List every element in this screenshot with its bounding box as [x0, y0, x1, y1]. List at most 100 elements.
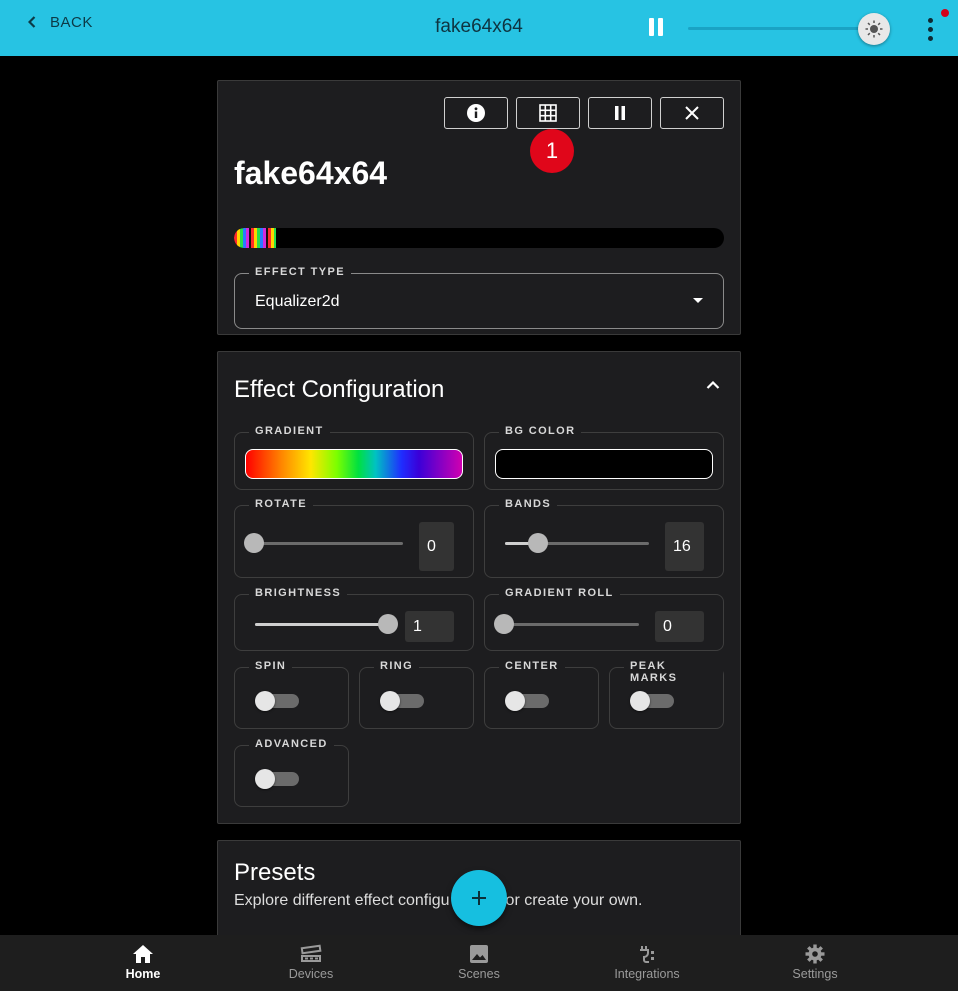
more-menu-button[interactable]: [918, 14, 942, 44]
pause-device-button[interactable]: [588, 97, 652, 129]
advanced-label: ADVANCED: [249, 738, 334, 750]
plus-icon: [472, 891, 486, 905]
device-card: 1 fake64x64 EFFECT TYPE Equalizer2d: [217, 80, 741, 335]
nav-devices-label: Devices: [288, 967, 334, 981]
notification-dot: [941, 9, 949, 17]
gradient-roll-label: GRADIENT ROLL: [499, 587, 620, 599]
dropdown-arrow-icon: [693, 298, 703, 303]
peak-marks-label: PEAK MARKS: [624, 660, 723, 684]
gradient-picker[interactable]: [245, 449, 463, 479]
rotate-input[interactable]: 0: [419, 522, 454, 571]
nav-integrations[interactable]: Integrations: [563, 935, 731, 991]
bg-color-picker[interactable]: [495, 449, 713, 479]
brightness-label: BRIGHTNESS: [249, 587, 348, 599]
pixel-preview-bar: [234, 228, 724, 248]
brightness-input[interactable]: 1: [405, 611, 454, 642]
back-button[interactable]: BACK: [28, 12, 93, 32]
spin-field: SPIN: [234, 660, 349, 729]
spin-label: SPIN: [249, 660, 293, 672]
step-badge: 1: [530, 129, 574, 173]
pixel-grid-button[interactable]: [516, 97, 580, 129]
nav-scenes-label: Scenes: [458, 967, 500, 981]
gradient-field: GRADIENT: [234, 425, 474, 490]
image-icon: [470, 945, 488, 963]
nav-settings[interactable]: Settings: [731, 935, 899, 991]
ring-label: RING: [374, 660, 420, 672]
brightness-field: BRIGHTNESS 1: [234, 587, 474, 651]
rotate-label: ROTATE: [249, 498, 313, 510]
bands-slider-thumb[interactable]: [528, 533, 548, 553]
brightness-slider-thumb[interactable]: [378, 614, 398, 634]
toggle-knob: [255, 769, 275, 789]
nav-home-label: Home: [125, 967, 161, 981]
ring-toggle[interactable]: [380, 691, 424, 711]
dot: [927, 17, 933, 23]
bands-input[interactable]: 16: [665, 522, 704, 571]
info-icon: [467, 104, 485, 122]
chevron-left-icon: [28, 16, 36, 28]
toggle-knob: [255, 691, 275, 711]
nav-integrations-label: Integrations: [614, 967, 680, 981]
close-icon: [685, 106, 699, 120]
pause-all-button[interactable]: [644, 15, 668, 39]
back-label: BACK: [50, 13, 93, 31]
toggle-knob: [380, 691, 400, 711]
bands-field: BANDS 16: [484, 498, 724, 578]
pause-icon-bar: [649, 18, 654, 36]
gradient-roll-slider[interactable]: [503, 623, 639, 626]
gradient-roll-field: GRADIENT ROLL 0: [484, 587, 724, 651]
peak-marks-toggle[interactable]: [630, 691, 674, 711]
gradient-roll-input[interactable]: 0: [655, 611, 704, 642]
nav-devices[interactable]: Devices: [227, 935, 395, 991]
info-button[interactable]: [444, 97, 508, 129]
effect-type-value: Equalizer2d: [255, 293, 340, 310]
pixel-preview-colors: [234, 228, 276, 248]
effect-type-label: EFFECT TYPE: [249, 266, 351, 278]
presets-title: Presets: [234, 859, 316, 886]
ring-field: RING: [359, 660, 474, 729]
dot: [927, 26, 933, 32]
presets-subtitle-start: Explore different effect configu: [234, 892, 450, 909]
home-icon: [133, 945, 153, 963]
center-field: CENTER: [484, 660, 599, 729]
effect-configuration-card: Effect Configuration GRADIENT BG COLOR R…: [217, 351, 741, 824]
nav-scenes[interactable]: Scenes: [395, 935, 563, 991]
toggle-knob: [505, 691, 525, 711]
bg-color-label: BG COLOR: [499, 425, 582, 437]
brightness-slider-fill: [255, 623, 389, 626]
section-title: Effect Configuration: [234, 376, 445, 403]
sun-icon: [865, 20, 883, 38]
bands-label: BANDS: [499, 498, 558, 510]
center-label: CENTER: [499, 660, 565, 672]
presets-subtitle-end: or create your own.: [505, 892, 643, 909]
grid-icon: [539, 104, 557, 122]
center-toggle[interactable]: [505, 691, 549, 711]
advanced-field: ADVANCED: [234, 738, 349, 807]
advanced-toggle[interactable]: [255, 769, 299, 789]
bottom-navigation: Home Devices Scenes Integrations Setting…: [0, 935, 958, 991]
global-brightness-slider[interactable]: [688, 13, 890, 45]
rotate-slider[interactable]: [253, 542, 403, 545]
gradient-roll-slider-thumb[interactable]: [494, 614, 514, 634]
chevron-up-icon[interactable]: [706, 380, 720, 390]
bg-color-field: BG COLOR: [484, 425, 724, 490]
plug-icon: [640, 946, 654, 963]
dot: [927, 35, 933, 41]
rotate-slider-thumb[interactable]: [244, 533, 264, 553]
presets-subtitle: Explore different effect configu or creat…: [234, 892, 643, 910]
pause-icon: [615, 106, 625, 120]
peak-marks-field: PEAK MARKS: [609, 660, 724, 729]
app-bar: BACK fake64x64: [0, 0, 958, 56]
brightness-thumb[interactable]: [858, 13, 890, 45]
device-name: fake64x64: [234, 155, 388, 191]
gear-icon: [805, 944, 825, 964]
nav-home[interactable]: Home: [59, 935, 227, 991]
devices-icon: [300, 944, 322, 962]
gradient-label: GRADIENT: [249, 425, 330, 437]
spin-toggle[interactable]: [255, 691, 299, 711]
toggle-knob: [630, 691, 650, 711]
effect-type-select[interactable]: EFFECT TYPE Equalizer2d: [234, 266, 724, 329]
add-effect-button[interactable]: [451, 870, 507, 926]
clear-effect-button[interactable]: [660, 97, 724, 129]
rotate-field: ROTATE 0: [234, 498, 474, 578]
